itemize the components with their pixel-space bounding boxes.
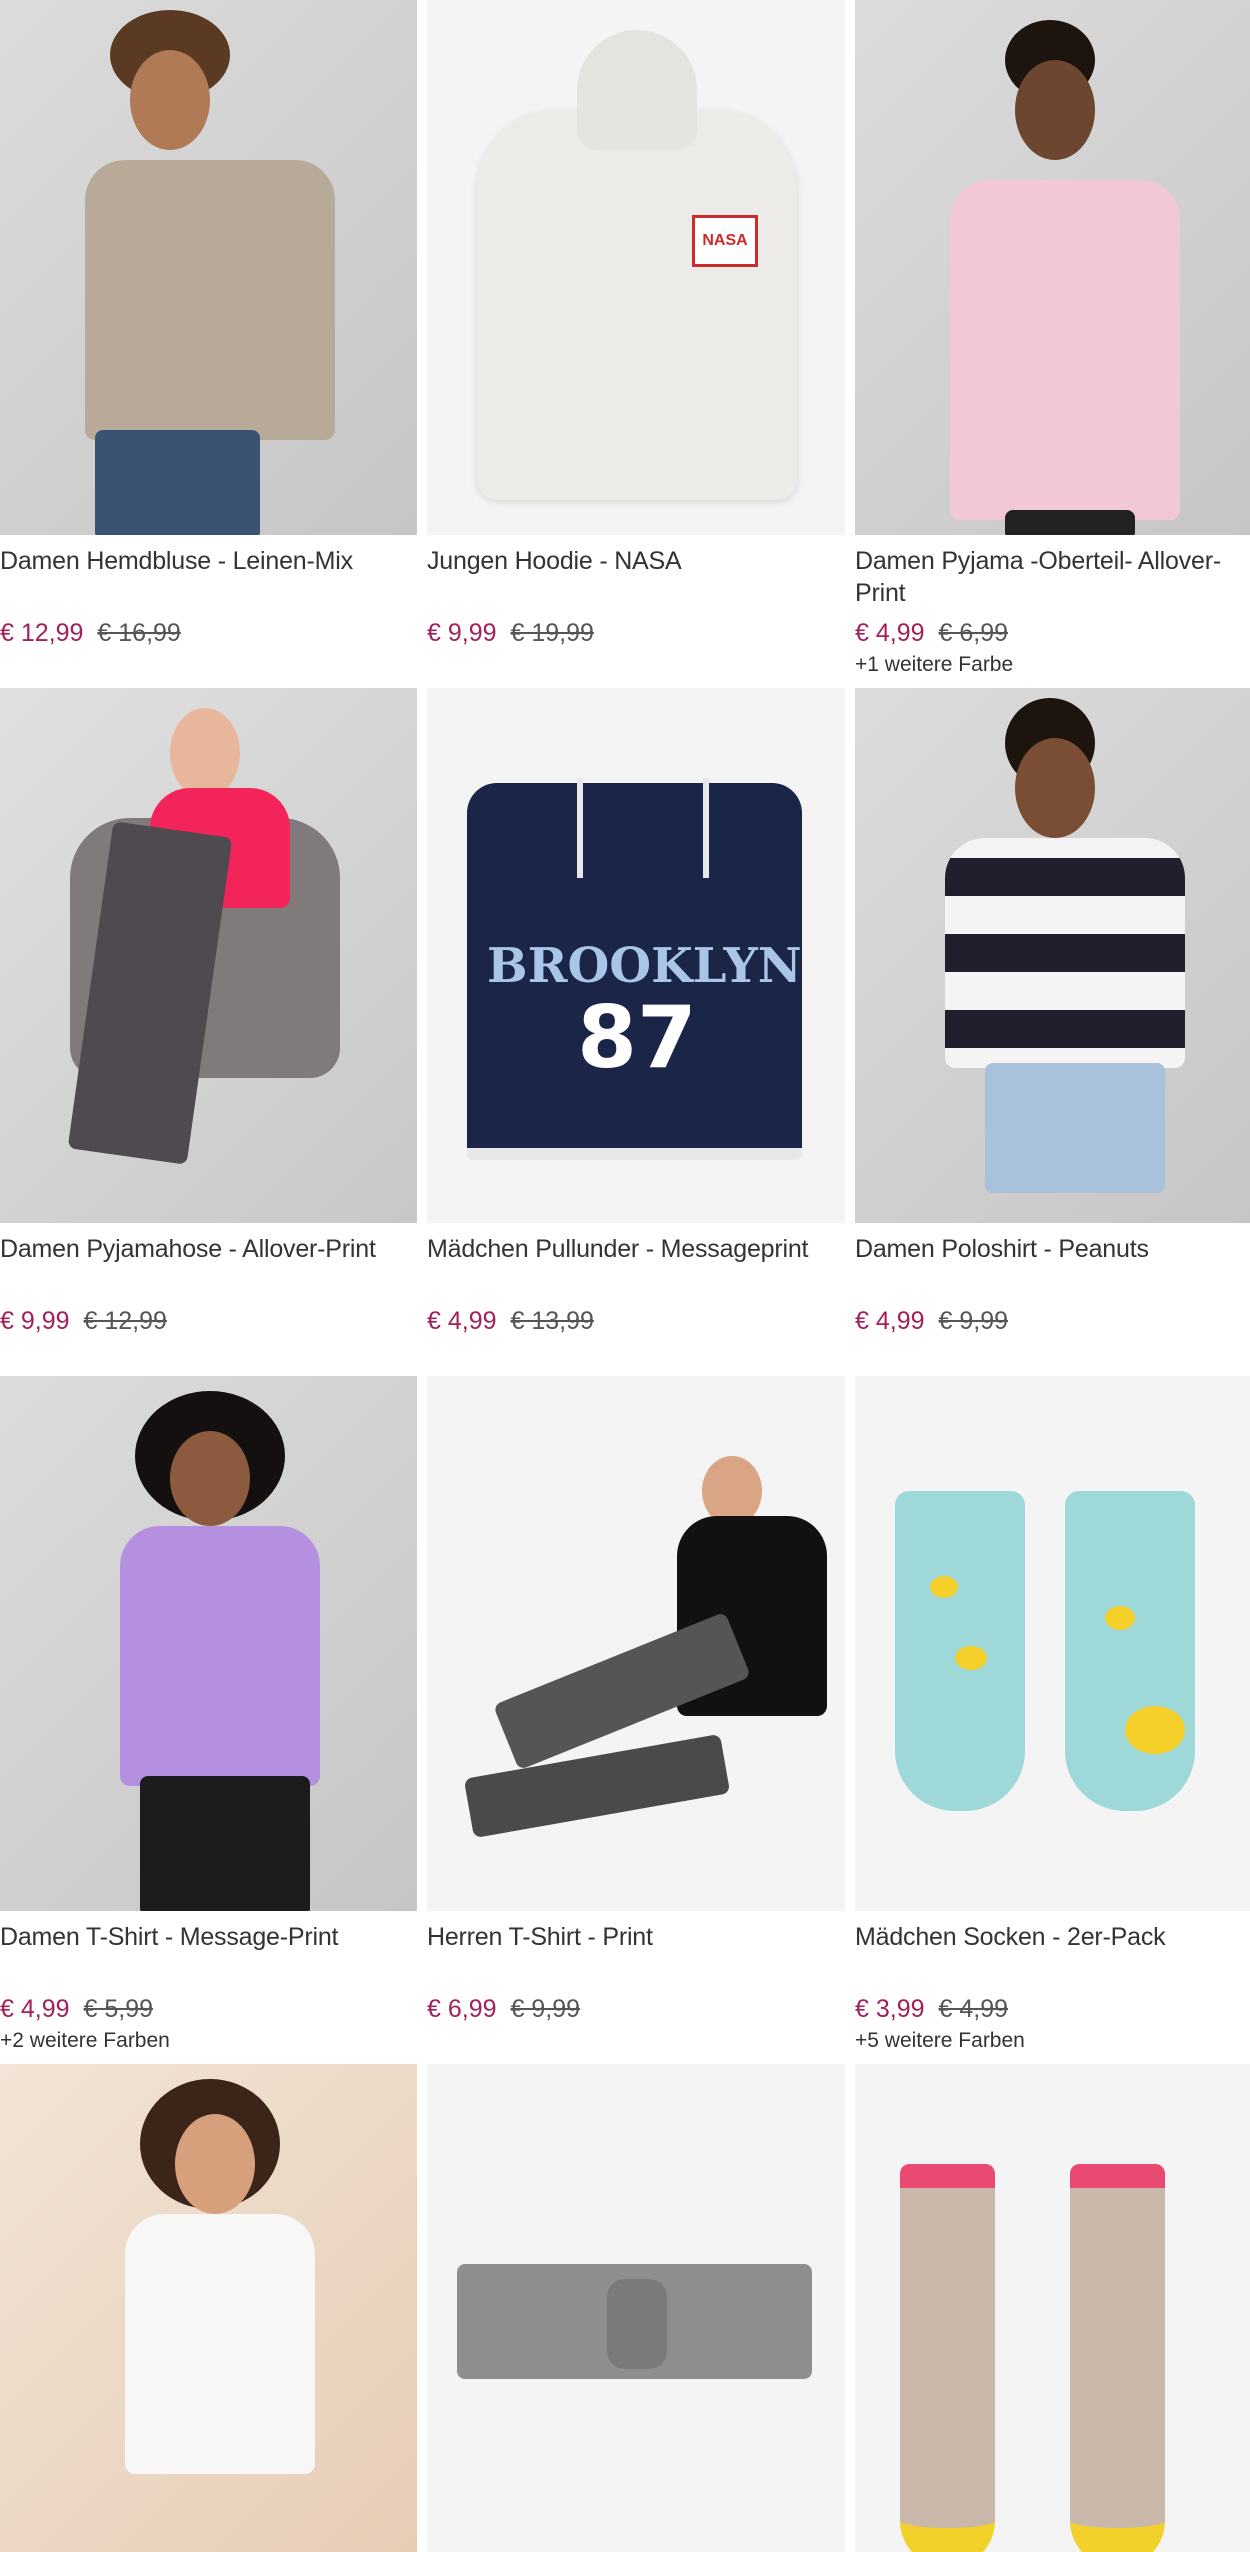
more-colors[interactable]: +5 weitere Farben <box>855 2029 1250 2053</box>
product-card[interactable] <box>0 2064 417 2552</box>
sale-price: € 4,99 <box>427 1307 497 1335</box>
product-card[interactable] <box>427 2064 845 2552</box>
price-row: € 6,99 € 9,99 <box>427 1993 845 2025</box>
product-image[interactable]: BROOKLYN 87 <box>427 688 845 1223</box>
price-row: € 4,99 € 5,99 <box>0 1993 417 2025</box>
old-price: € 6,99 <box>938 619 1009 647</box>
product-name[interactable]: Damen T-Shirt - Message-Print <box>0 1921 417 1985</box>
product-image[interactable] <box>0 0 417 535</box>
old-price: € 9,99 <box>510 1995 581 2023</box>
product-card[interactable]: Damen Pyjama -Oberteil- Allover-Print € … <box>855 0 1250 688</box>
product-card[interactable]: Mädchen Socken - 2er-Pack € 3,99 € 4,99 +… <box>855 1376 1250 2064</box>
product-name[interactable]: Damen Poloshirt - Peanuts <box>855 1233 1250 1297</box>
sale-price: € 4,99 <box>855 1307 925 1335</box>
vest-print-number: 87 <box>577 988 697 1088</box>
product-name[interactable]: Mädchen Socken - 2er-Pack <box>855 1921 1250 1985</box>
product-image[interactable] <box>855 1376 1250 1911</box>
product-card[interactable]: Damen Poloshirt - Peanuts € 4,99 € 9,99 <box>855 688 1250 1376</box>
product-image[interactable] <box>427 2064 845 2552</box>
sale-price: € 3,99 <box>855 1995 925 2023</box>
old-price: € 19,99 <box>510 619 594 647</box>
price-row: € 12,99 € 16,99 <box>0 617 417 649</box>
product-image[interactable]: NASA <box>427 0 845 535</box>
product-name[interactable]: Mädchen Pullunder - Messageprint <box>427 1233 845 1297</box>
price-row: € 3,99 € 4,99 <box>855 1993 1250 2025</box>
product-image[interactable] <box>855 688 1250 1223</box>
more-colors[interactable]: +1 weitere Farbe <box>855 653 1250 677</box>
product-grid: Damen Hemdbluse - Leinen-Mix € 12,99 € 16… <box>0 0 1250 2552</box>
more-colors[interactable]: +2 weitere Farben <box>0 2029 417 2053</box>
sale-price: € 6,99 <box>427 1995 497 2023</box>
price-row: € 4,99 € 13,99 <box>427 1305 845 1337</box>
product-name[interactable]: Damen Pyjama -Oberteil- Allover-Print <box>855 545 1250 609</box>
product-image[interactable] <box>855 0 1250 535</box>
product-name[interactable]: Damen Hemdbluse - Leinen-Mix <box>0 545 417 609</box>
price-row: € 4,99 € 6,99 <box>855 617 1250 649</box>
price-row: € 9,99 € 12,99 <box>0 1305 417 1337</box>
product-image[interactable] <box>0 2064 417 2552</box>
product-card[interactable]: NASA Jungen Hoodie - NASA € 9,99 € 19,99 <box>427 0 845 688</box>
product-image[interactable] <box>855 2064 1250 2552</box>
old-price: € 5,99 <box>83 1995 154 2023</box>
product-image[interactable] <box>0 1376 417 1911</box>
price-row: € 9,99 € 19,99 <box>427 617 845 649</box>
sale-price: € 12,99 <box>0 619 84 647</box>
old-price: € 13,99 <box>510 1307 594 1335</box>
product-name[interactable]: Jungen Hoodie - NASA <box>427 545 845 609</box>
product-card[interactable]: Damen T-Shirt - Message-Print € 4,99 € 5,… <box>0 1376 417 2064</box>
product-card[interactable]: Damen Pyjamahose - Allover-Print € 9,99 €… <box>0 688 417 1376</box>
product-image[interactable] <box>427 1376 845 1911</box>
product-card[interactable]: Herren T-Shirt - Print € 6,99 € 9,99 <box>427 1376 845 2064</box>
sale-price: € 9,99 <box>0 1307 70 1335</box>
old-price: € 16,99 <box>97 619 181 647</box>
nasa-logo: NASA <box>692 215 758 267</box>
old-price: € 12,99 <box>83 1307 167 1335</box>
vest-print-text: BROOKLYN <box>487 938 802 994</box>
product-card[interactable]: BROOKLYN 87 Mädchen Pullunder - Messagep… <box>427 688 845 1376</box>
product-card[interactable] <box>855 2064 1250 2552</box>
product-card[interactable]: Damen Hemdbluse - Leinen-Mix € 12,99 € 16… <box>0 0 417 688</box>
sale-price: € 4,99 <box>0 1995 70 2023</box>
product-name[interactable]: Herren T-Shirt - Print <box>427 1921 845 1985</box>
product-name[interactable]: Damen Pyjamahose - Allover-Print <box>0 1233 417 1297</box>
sale-price: € 4,99 <box>855 619 925 647</box>
sale-price: € 9,99 <box>427 619 497 647</box>
product-image[interactable] <box>0 688 417 1223</box>
old-price: € 4,99 <box>938 1995 1009 2023</box>
old-price: € 9,99 <box>938 1307 1009 1335</box>
price-row: € 4,99 € 9,99 <box>855 1305 1250 1337</box>
